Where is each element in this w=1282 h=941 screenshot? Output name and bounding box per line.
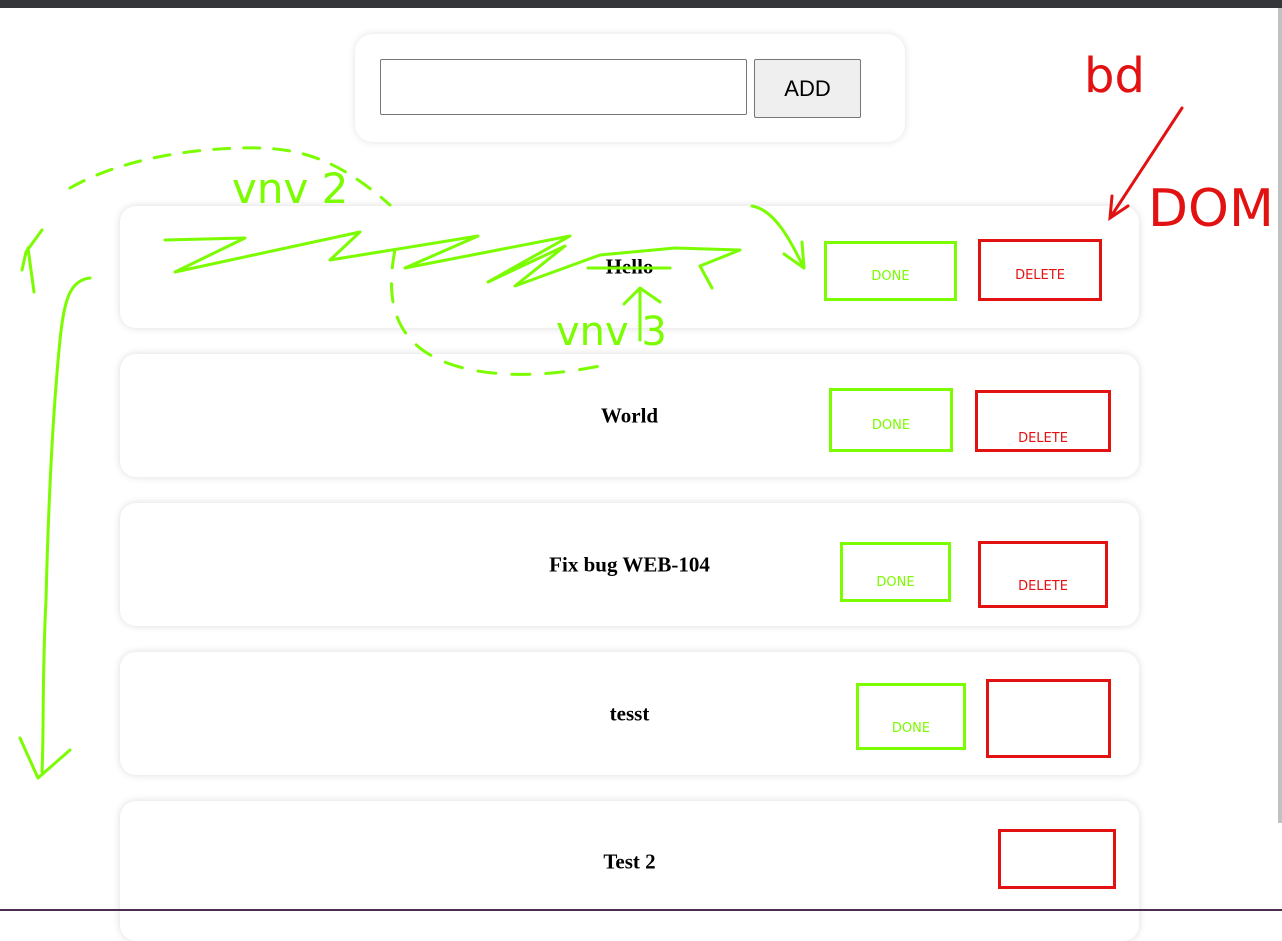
label-1-stroke <box>20 228 44 294</box>
scrollbar[interactable] <box>1278 8 1282 823</box>
dashed-arc-stroke <box>68 146 392 207</box>
todo-item: World DONE DELETE <box>120 354 1139 477</box>
todo-input[interactable] <box>380 59 747 115</box>
add-todo-panel: ADD <box>355 34 905 142</box>
delete-button[interactable] <box>986 679 1111 758</box>
delete-button[interactable] <box>998 829 1116 889</box>
done-button[interactable]: DONE <box>840 542 951 602</box>
todo-item: tesst DONE <box>120 652 1139 775</box>
delete-button[interactable]: DELETE <box>978 239 1102 301</box>
add-button[interactable]: ADD <box>754 59 861 118</box>
browser-top-strip <box>0 0 1282 8</box>
todo-text: Test 2 <box>603 849 656 874</box>
dom-arrow-stroke <box>1108 106 1184 221</box>
delete-button[interactable]: DELETE <box>978 541 1108 608</box>
delete-button[interactable]: DELETE <box>975 390 1111 452</box>
annotation-label-bd: bd <box>1084 48 1145 104</box>
down-arrow-stroke <box>40 276 92 774</box>
done-button[interactable]: DONE <box>829 388 953 452</box>
done-button[interactable]: DONE <box>824 241 957 301</box>
down-arrowhead-stroke <box>18 736 72 780</box>
annotation-label-dom: DOM <box>1148 179 1274 239</box>
todo-item: Test 2 <box>120 801 1139 941</box>
done-button[interactable]: DONE <box>856 683 966 750</box>
todo-item: Fix bug WEB-104 DONE DELETE <box>120 503 1139 626</box>
todo-item: Hello DONE DELETE <box>120 206 1139 328</box>
